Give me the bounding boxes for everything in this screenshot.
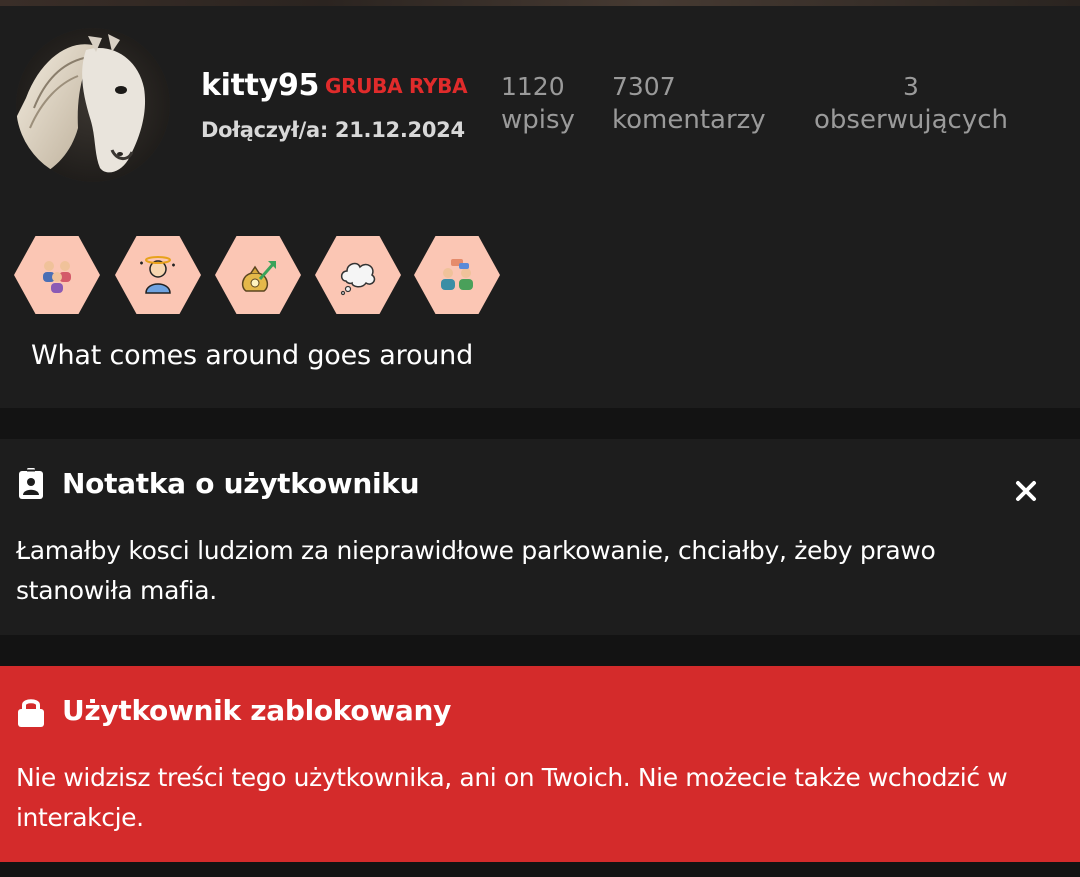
- user-note-card: Notatka o użytkowniku Łamałby kosci ludz…: [0, 439, 1080, 635]
- username: kitty95: [201, 68, 320, 103]
- blocked-text: Nie widzisz treści tego użytkownika, ani…: [16, 763, 1008, 832]
- stat-comments-count: 7307: [612, 72, 676, 101]
- close-icon: [1016, 481, 1036, 501]
- people-group-icon[interactable]: [14, 236, 100, 314]
- dizzy-person-icon[interactable]: [115, 236, 201, 314]
- thought-cloud-icon[interactable]: [315, 236, 401, 314]
- people-talking-icon[interactable]: [414, 236, 500, 314]
- blocked-user-card: Użytkownik zablokowany Nie widzisz treśc…: [0, 666, 1080, 862]
- profile-card: kitty95 GRUBA RYBA Dołączył/a: 21.12.202…: [0, 6, 1080, 408]
- stat-posts-label: wpisy: [501, 105, 575, 135]
- stat-followers-count: 3: [903, 72, 919, 101]
- stat-followers[interactable]: 3 obserwujących: [807, 72, 1015, 138]
- profile-motto: What comes around goes around: [31, 340, 474, 371]
- stat-followers-label: obserwujących: [814, 105, 1008, 135]
- lock-icon: [17, 696, 45, 732]
- close-note-button[interactable]: [1010, 475, 1042, 507]
- join-date: Dołączył/a: 21.12.2024: [201, 118, 465, 142]
- stat-comments[interactable]: 7307 komentarzy: [612, 72, 766, 138]
- note-title: Notatka o użytkowniku: [62, 467, 420, 500]
- stat-comments-label: komentarzy: [612, 105, 766, 135]
- stat-posts[interactable]: 1120 wpisy: [501, 72, 575, 138]
- note-text: Łamałby kosci ludziom za nieprawidłowe p…: [16, 536, 936, 605]
- money-bag-growth-icon[interactable]: [215, 236, 301, 314]
- avatar[interactable]: [16, 28, 170, 182]
- rank-badge: GRUBA RYBA: [325, 74, 468, 98]
- id-badge-icon: [18, 468, 44, 504]
- blocked-title: Użytkownik zablokowany: [62, 694, 452, 727]
- stat-posts-count: 1120: [501, 72, 565, 101]
